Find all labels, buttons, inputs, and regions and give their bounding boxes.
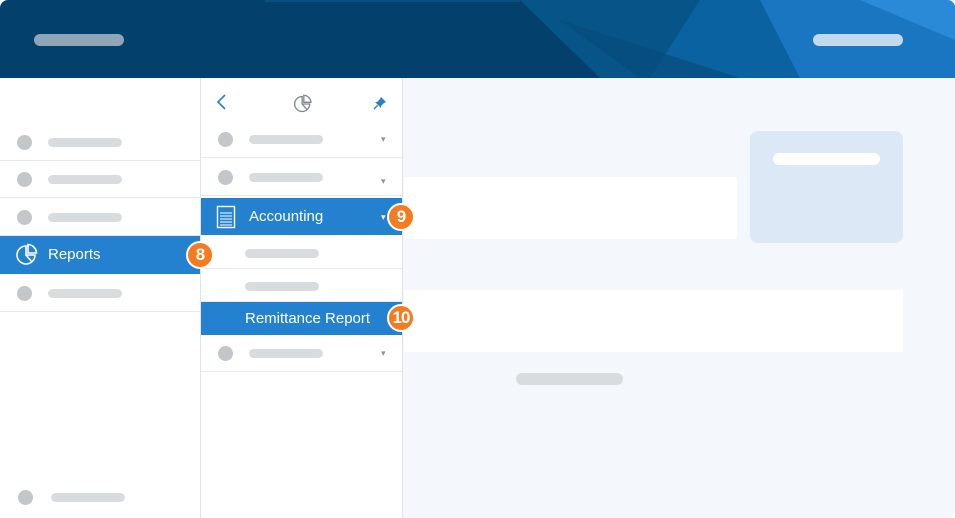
subpanel-group-icon <box>218 132 233 147</box>
sidebar-item-label: Reports <box>48 246 101 263</box>
sidebar-item-icon <box>17 286 32 301</box>
content-card <box>404 290 903 352</box>
sidebar-item-label-placeholder <box>48 289 122 298</box>
subpanel-child-label: Remittance Report <box>245 310 371 327</box>
content-card <box>404 177 737 239</box>
subpanel-group-label: Accounting <box>249 208 324 225</box>
subpanel-group[interactable]: ▾ <box>201 336 402 372</box>
subpanel-group-label-placeholder <box>249 135 323 144</box>
subpanel-group[interactable]: ▾ <box>201 122 402 158</box>
subpanel-child-item[interactable] <box>201 236 402 269</box>
sidebar-item[interactable] <box>0 274 200 312</box>
sidebar-item[interactable] <box>0 123 200 161</box>
sidebar-item-icon <box>17 210 32 225</box>
subpanel-group-accounting[interactable]: Accounting ▾ <box>201 198 402 235</box>
content-text-placeholder <box>516 373 623 385</box>
sidebar-item[interactable] <box>0 198 200 236</box>
chevron-down-icon: ▾ <box>381 348 386 358</box>
header-title-placeholder <box>34 34 124 46</box>
sidebar-item[interactable] <box>0 160 200 198</box>
callout-badge-reports: 8 <box>186 241 214 269</box>
sidebar-footer-icon <box>18 490 33 505</box>
reports-subpanel: ▾ ▾ Accounting ▾ Remittance Report ▾ <box>201 78 403 518</box>
chevron-down-icon: ▾ <box>381 176 386 186</box>
subpanel-toolbar <box>201 78 403 122</box>
sidebar-item-label-placeholder <box>48 138 122 147</box>
chevron-down-icon: ▾ <box>381 134 386 144</box>
subpanel-group-icon <box>218 170 233 185</box>
subpanel-group-label-placeholder <box>249 349 323 358</box>
chevron-left-icon[interactable] <box>215 94 229 115</box>
sidebar-item-icon <box>17 135 32 150</box>
subpanel-group[interactable]: ▾ <box>201 160 402 196</box>
app-window: Reports ▾ ▾ Accounting ▾ Remittance Repo… <box>0 0 955 518</box>
subpanel-child-label-placeholder <box>245 282 319 291</box>
header-user-placeholder[interactable] <box>813 34 903 46</box>
sidebar-item-label-placeholder <box>48 213 122 222</box>
sidebar-footer-label-placeholder <box>51 493 125 502</box>
sidebar-item-icon <box>17 172 32 187</box>
subpanel-child-remittance-report[interactable]: Remittance Report <box>201 302 402 335</box>
callout-badge-remittance: 10 <box>387 304 415 332</box>
sidebar-item-reports[interactable]: Reports <box>0 236 200 274</box>
main-content <box>404 78 955 518</box>
pin-icon[interactable] <box>373 96 387 115</box>
main-sidebar: Reports <box>0 78 201 518</box>
subpanel-child-item[interactable] <box>201 269 402 302</box>
chevron-down-icon: ▾ <box>381 212 386 222</box>
subpanel-child-label-placeholder <box>245 249 319 258</box>
sidebar-item-label-placeholder <box>48 175 122 184</box>
subpanel-group-label-placeholder <box>249 173 323 182</box>
subpanel-group-icon <box>218 346 233 361</box>
header-decoration <box>265 0 955 78</box>
pie-chart-icon <box>15 243 39 272</box>
top-header <box>0 0 955 78</box>
document-list-icon <box>216 205 236 234</box>
callout-badge-accounting: 9 <box>387 203 415 231</box>
pie-chart-icon <box>293 94 313 119</box>
summary-card <box>750 131 903 243</box>
summary-card-placeholder <box>773 153 880 165</box>
